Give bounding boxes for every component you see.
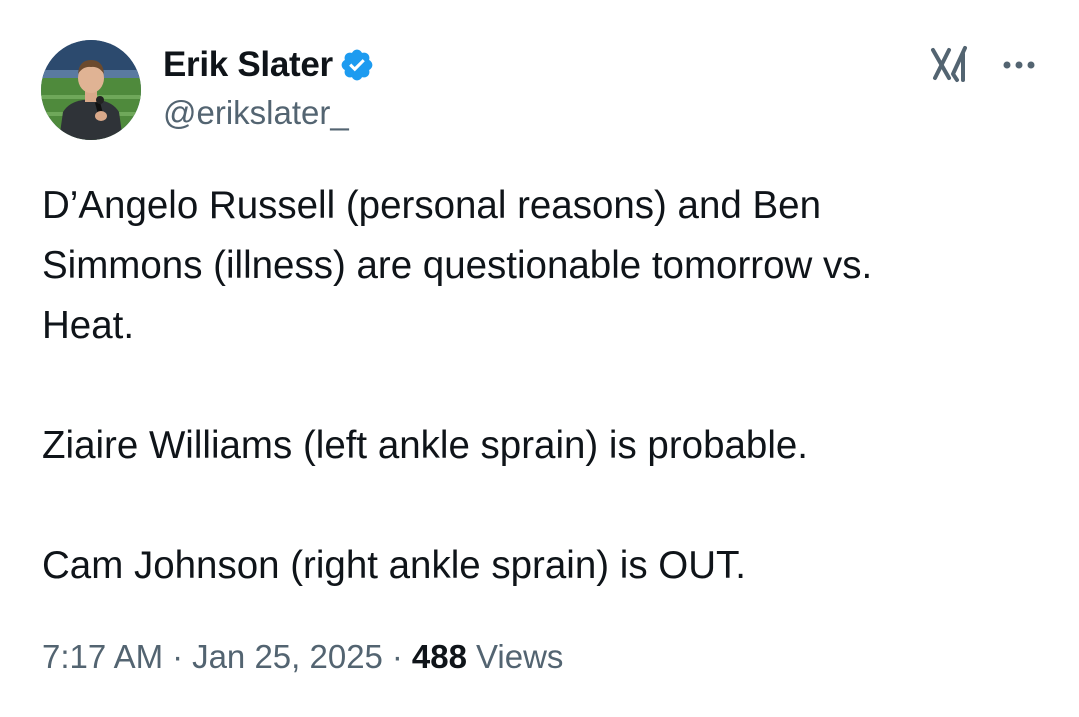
more-horizontal-icon[interactable] xyxy=(998,50,1040,80)
author-name-row[interactable]: Erik Slater xyxy=(163,44,375,86)
tweet-card: Erik Slater @erikslater_ D’Angelo Russel… xyxy=(0,0,1079,717)
meta-separator: · xyxy=(391,638,403,675)
tweet-line: Ziaire Williams (left ankle sprain) is p… xyxy=(42,424,808,467)
grok-icon[interactable] xyxy=(929,44,971,86)
display-name[interactable]: Erik Slater xyxy=(163,45,333,85)
tweet-line: D’Angelo Russell (personal reasons) and … xyxy=(42,184,821,227)
tweet-time[interactable]: 7:17 AM xyxy=(42,638,163,676)
tweet-meta: 7:17 AM · Jan 25, 2025 · 488 Views xyxy=(42,638,563,676)
avatar-photo xyxy=(41,40,141,140)
avatar[interactable] xyxy=(41,40,141,140)
tweet-date[interactable]: Jan 25, 2025 xyxy=(192,638,383,676)
meta-separator: · xyxy=(172,638,184,675)
tweet-line: Simmons (illness) are questionable tomor… xyxy=(42,244,873,287)
tweet-text: D’Angelo Russell (personal reasons) and … xyxy=(42,176,1042,596)
handle[interactable]: @erikslater_ xyxy=(163,94,349,132)
tweet-line: Cam Johnson (right ankle sprain) is OUT. xyxy=(42,544,746,587)
verified-badge-icon[interactable] xyxy=(339,47,375,83)
views-count[interactable]: 488 xyxy=(412,638,467,676)
views-label[interactable]: Views xyxy=(476,638,563,676)
tweet-line: Heat. xyxy=(42,304,135,347)
